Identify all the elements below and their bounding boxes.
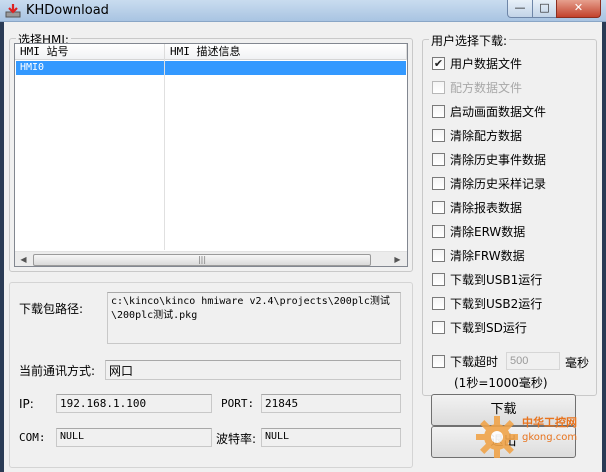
option-label: 下载到USB1运行 (450, 273, 543, 287)
checkbox (432, 81, 445, 94)
port-label: PORT: (221, 397, 255, 410)
checkbox[interactable] (432, 321, 445, 334)
scrollbar-thumb[interactable]: ||| (33, 254, 371, 266)
scroll-left-icon[interactable]: ◀ (15, 252, 32, 266)
table-row[interactable]: HMI0 (16, 61, 406, 75)
option-label: 清除配方数据 (450, 129, 523, 143)
column-header-description[interactable]: HMI 描述信息 (165, 44, 407, 60)
baud-field[interactable]: NULL (261, 428, 401, 447)
station-cell: HMI0 (20, 62, 45, 73)
checkbox[interactable] (432, 273, 445, 286)
minimize-button[interactable]: — (507, 0, 533, 18)
column-header-station[interactable]: HMI 站号 (15, 44, 165, 60)
option-label: 用户数据文件 (450, 57, 523, 71)
option-label: 清除历史事件数据 (450, 153, 547, 167)
checkbox[interactable] (432, 225, 445, 238)
horizontal-scrollbar[interactable]: ◀ ||| ▶ (15, 251, 407, 266)
checkbox[interactable] (432, 355, 445, 368)
checkbox[interactable] (432, 177, 445, 190)
watermark: 中华工控网 gkong.com (470, 410, 604, 470)
checkbox-checked[interactable]: ✔ (432, 57, 445, 70)
hmi-select-group: 选择HMI: HMI 站号 HMI 描述信息 HMI0 ◀ ||| ▶ (9, 31, 413, 272)
package-path-line-2: \200plc测试.pkg (111, 310, 198, 321)
option-label: 清除FRW数据 (450, 249, 525, 263)
close-button[interactable]: ✕ (556, 0, 601, 18)
checkbox[interactable] (432, 297, 445, 310)
package-path-field[interactable]: c:\kinco\kinco hmiware v2.4\projects\200… (107, 292, 401, 344)
description-cell (165, 61, 405, 75)
maximize-button[interactable]: □ (532, 0, 557, 18)
option-label: 清除ERW数据 (450, 225, 526, 239)
timeout-label: 下载超时 (450, 355, 499, 369)
option-label: 启动画面数据文件 (450, 105, 547, 119)
checkbox[interactable] (432, 201, 445, 214)
hmi-list-header: HMI 站号 HMI 描述信息 (15, 44, 407, 60)
timeout-input[interactable] (506, 352, 560, 370)
checkbox[interactable] (432, 153, 445, 166)
path-label: 下载包路径: (19, 302, 84, 316)
comm-mode-field[interactable]: 网口 (105, 360, 401, 380)
download-app-icon (5, 4, 21, 18)
options-group-title: 用户选择下载: (429, 32, 510, 49)
com-field[interactable]: NULL (56, 428, 212, 447)
comm-mode-label: 当前通讯方式: (19, 364, 96, 378)
column-divider (164, 60, 165, 250)
watermark-line-2: gkong.com (522, 432, 578, 443)
window-title: KHDownload (26, 3, 109, 18)
dialog-client: 选择HMI: HMI 站号 HMI 描述信息 HMI0 ◀ ||| ▶ 下载包路… (4, 22, 602, 472)
timeout-unit: 毫秒 (565, 356, 590, 370)
option-label: 下载到SD运行 (450, 321, 527, 335)
com-label: COM: (19, 431, 46, 444)
package-path-line-1: c:\kinco\kinco hmiware v2.4\projects\200… (111, 296, 390, 307)
ip-label: IP: (19, 397, 34, 411)
port-field[interactable]: 21845 (261, 394, 401, 413)
ip-field[interactable]: 192.168.1.100 (56, 394, 212, 413)
scroll-right-icon[interactable]: ▶ (389, 252, 406, 266)
hmi-list[interactable]: HMI 站号 HMI 描述信息 HMI0 ◀ ||| ▶ (14, 43, 408, 267)
option-label: 下载到USB2运行 (450, 297, 543, 311)
watermark-line-1: 中华工控网 (522, 416, 577, 429)
checkbox[interactable] (432, 249, 445, 262)
option-label: 清除历史采样记录 (450, 177, 547, 191)
timeout-note: (1秒=1000毫秒) (454, 376, 548, 390)
option-label: 清除报表数据 (450, 201, 523, 215)
title-bar: KHDownload — □ ✕ (0, 0, 606, 22)
baud-label: 波特率: (216, 432, 257, 446)
option-label: 配方数据文件 (450, 81, 523, 95)
checkbox[interactable] (432, 129, 445, 142)
checkbox[interactable] (432, 105, 445, 118)
gear-icon (476, 416, 518, 458)
